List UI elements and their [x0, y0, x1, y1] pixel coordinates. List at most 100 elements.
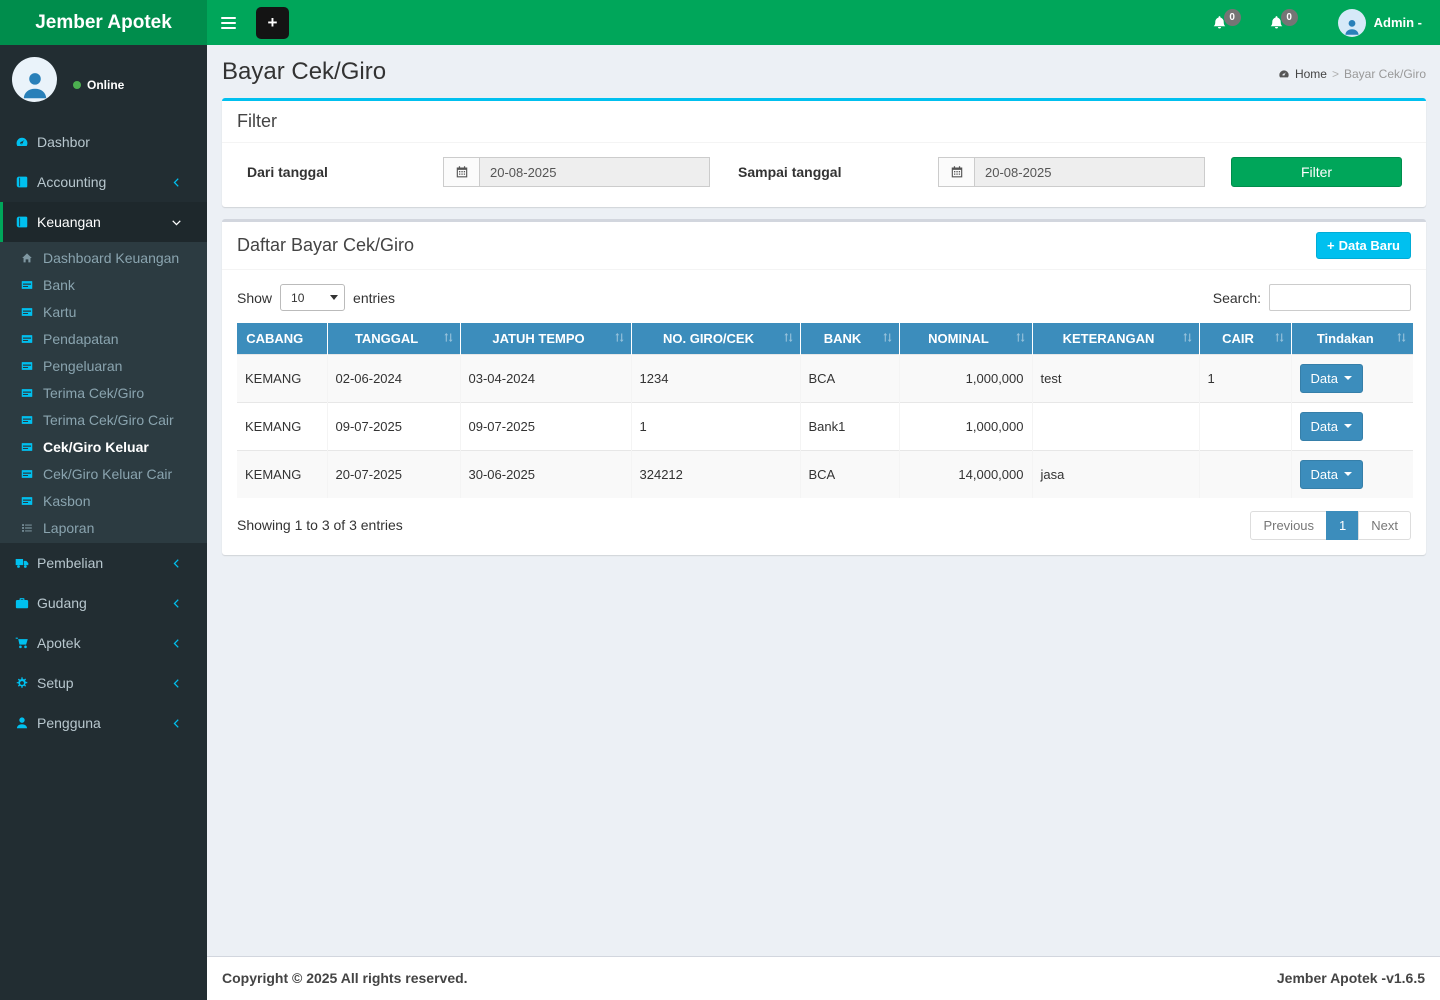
- sidebar-item-cekgiro-keluar[interactable]: Cek/Giro Keluar: [0, 433, 207, 460]
- cell-cair: [1199, 401, 1292, 450]
- to-date-input[interactable]: [975, 157, 1205, 187]
- sort-icon: [1273, 331, 1286, 347]
- sidebar-subitem-label: Dashboard Keuangan: [43, 249, 180, 266]
- sidebar-subitem-label: Kasbon: [43, 492, 91, 509]
- credit-card-icon: [21, 441, 43, 453]
- alerts-bell-icon[interactable]: 0: [1269, 9, 1298, 30]
- sort-icon: [442, 331, 455, 347]
- notifications-badge: 0: [1223, 9, 1241, 26]
- main-footer: Copyright © 2025 All rights reserved. Je…: [207, 956, 1440, 1000]
- filter-button[interactable]: Filter: [1231, 157, 1402, 187]
- cell-no-girocek: 1: [631, 401, 801, 450]
- table-row: KEMANG 20-07-2025 30-06-2025 324212 BCA …: [237, 449, 1413, 498]
- sidebar-item-keuangan[interactable]: Keuangan: [0, 202, 207, 242]
- breadcrumb-home-link[interactable]: Home: [1295, 67, 1327, 81]
- quick-add-button[interactable]: +: [256, 6, 289, 39]
- user-menu-label: Admin -: [1373, 15, 1422, 30]
- column-header-keterangan[interactable]: KETERANGAN: [1032, 323, 1200, 354]
- cell-jatuh-tempo: 09-07-2025: [460, 401, 632, 450]
- cell-no-girocek: 324212: [631, 449, 801, 498]
- content-header: Bayar Cek/Giro Home > Bayar Cek/Giro: [207, 45, 1440, 86]
- sidebar-item-laporan[interactable]: Laporan: [0, 514, 207, 541]
- gears-icon: [15, 676, 37, 690]
- home-icon: [21, 252, 43, 264]
- sidebar-item-terima-cekgiro[interactable]: Terima Cek/Giro: [0, 379, 207, 406]
- sidebar-item-accounting[interactable]: Accounting: [0, 162, 207, 202]
- book-icon: [15, 175, 37, 189]
- user-icon: [15, 716, 37, 730]
- row-data-dropdown-button[interactable]: Data: [1299, 411, 1363, 441]
- sidebar-item-label: Accounting: [37, 174, 107, 190]
- column-header-cair[interactable]: CAIR: [1199, 323, 1292, 354]
- cell-tanggal: 20-07-2025: [327, 449, 461, 498]
- sort-icon: [782, 331, 795, 347]
- cell-no-girocek: 1234: [631, 353, 801, 402]
- sidebar-item-cekgiro-keluar-cair[interactable]: Cek/Giro Keluar Cair: [0, 460, 207, 487]
- sort-icon: [1014, 331, 1027, 347]
- keuangan-submenu: Dashboard Keuangan Bank Kartu Pendapatan…: [0, 242, 207, 543]
- sidebar-item-terima-cekgiro-cair[interactable]: Terima Cek/Giro Cair: [0, 406, 207, 433]
- calendar-icon: [938, 157, 975, 187]
- credit-card-icon: [21, 414, 43, 426]
- list-icon: [21, 522, 43, 534]
- column-header-no-girocek[interactable]: NO. GIRO/CEK: [631, 323, 801, 354]
- sidebar-item-bank[interactable]: Bank: [0, 271, 207, 298]
- plus-icon: +: [1326, 238, 1335, 253]
- entries-select[interactable]: 10: [280, 284, 346, 311]
- sidebar-subitem-label: Pengeluaran: [43, 357, 123, 374]
- cell-tindakan: Data: [1291, 449, 1413, 498]
- sidebar-item-kartu[interactable]: Kartu: [0, 298, 207, 325]
- calendar-icon: [443, 157, 480, 187]
- caret-down-icon: [1343, 424, 1352, 428]
- sidebar-subitem-label: Pendapatan: [43, 330, 119, 347]
- row-data-dropdown-button[interactable]: Data: [1299, 363, 1363, 393]
- column-header-bank[interactable]: BANK: [800, 323, 900, 354]
- sidebar-item-dashboard-keuangan[interactable]: Dashboard Keuangan: [0, 244, 207, 271]
- column-header-nominal[interactable]: NOMINAL: [899, 323, 1033, 354]
- sidebar-item-dashbor[interactable]: Dashbor: [0, 122, 207, 162]
- sidebar-user-panel: Online: [0, 45, 207, 112]
- version-text: Jember Apotek -v1.6.5: [1276, 970, 1425, 986]
- column-header-tanggal[interactable]: TANGGAL: [327, 323, 461, 354]
- sidebar-item-kasbon[interactable]: Kasbon: [0, 487, 207, 514]
- column-header-jatuh-tempo[interactable]: JATUH TEMPO: [460, 323, 632, 354]
- sidebar-item-label: Setup: [37, 675, 74, 691]
- sidebar-toggle-icon[interactable]: [207, 0, 250, 45]
- table-header-row: CABANG TANGGAL JATUH TEMPO NO. GIRO/CEK …: [237, 323, 1413, 354]
- search-input[interactable]: [1269, 284, 1411, 311]
- filter-form: Dari tanggal Sampai tanggal Filter: [222, 142, 1426, 207]
- table-footer: Showing 1 to 3 of 3 entries Previous 1 N…: [237, 510, 1411, 540]
- row-data-dropdown-button[interactable]: Data: [1299, 459, 1363, 489]
- credit-card-icon: [21, 306, 43, 318]
- pagination-page-1[interactable]: 1: [1326, 510, 1360, 540]
- from-date-group: [443, 157, 710, 187]
- breadcrumb-current: Bayar Cek/Giro: [1343, 67, 1426, 81]
- user-menu[interactable]: Admin -: [1337, 8, 1422, 37]
- add-data-button[interactable]: + Data Baru: [1315, 232, 1411, 259]
- sidebar-item-apotek[interactable]: Apotek: [0, 623, 207, 663]
- sidebar-item-setup[interactable]: Setup: [0, 663, 207, 703]
- column-header-tindakan[interactable]: Tindakan: [1291, 323, 1413, 354]
- from-date-input[interactable]: [480, 157, 710, 187]
- table-row: KEMANG 09-07-2025 09-07-2025 1 Bank1 1,0…: [237, 401, 1413, 450]
- table-toolbar: Show 10 entries Search:: [237, 284, 1411, 311]
- pagination-next[interactable]: Next: [1358, 510, 1411, 540]
- pagination-previous[interactable]: Previous: [1250, 510, 1328, 540]
- sidebar-item-label: Apotek: [37, 635, 81, 651]
- sidebar-item-pembelian[interactable]: Pembelian: [0, 543, 207, 583]
- sidebar-item-pengguna[interactable]: Pengguna: [0, 703, 207, 743]
- sidebar-item-pendapatan[interactable]: Pendapatan: [0, 325, 207, 352]
- filter-box-title: Filter: [237, 111, 277, 131]
- filter-box-header: Filter: [222, 101, 1426, 142]
- sidebar-item-gudang[interactable]: Gudang: [0, 583, 207, 623]
- sidebar-item-label: Keuangan: [37, 214, 101, 230]
- column-header-cabang[interactable]: CABANG: [237, 323, 328, 354]
- notifications-bell-icon[interactable]: 0: [1212, 9, 1241, 30]
- sort-icon: [881, 331, 894, 347]
- list-box-title: Daftar Bayar Cek/Giro: [237, 235, 415, 255]
- sidebar-item-pengeluaran[interactable]: Pengeluaran: [0, 352, 207, 379]
- user-avatar: [1337, 8, 1366, 37]
- navbar-body: + 0 0 Admin -: [207, 0, 1440, 45]
- brand-logo[interactable]: Jember Apotek: [0, 0, 207, 45]
- credit-card-icon: [21, 387, 43, 399]
